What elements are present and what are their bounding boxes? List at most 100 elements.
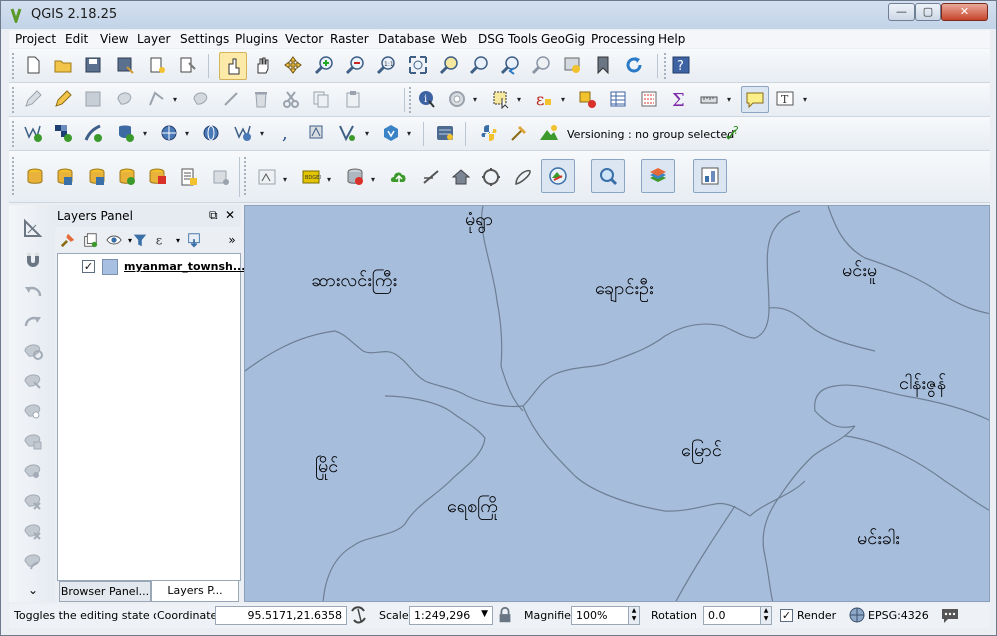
- deselect-features-icon[interactable]: [575, 87, 599, 111]
- new-print-composer-icon[interactable]: [145, 53, 169, 77]
- menu-plugins[interactable]: Plugins: [235, 32, 278, 46]
- open-project-icon[interactable]: [51, 53, 75, 77]
- float-panel-icon[interactable]: ⧉: [209, 208, 218, 223]
- new-project-icon[interactable]: [21, 53, 45, 77]
- undo-icon[interactable]: [21, 280, 45, 302]
- more-tools-button[interactable]: »: [223, 231, 241, 249]
- db-manager-icon[interactable]: [433, 121, 457, 145]
- toolbar-grip[interactable]: [664, 53, 667, 79]
- bdgex-icon[interactable]: BDGEX: [297, 163, 325, 191]
- help-icon[interactable]: ?: [669, 53, 693, 77]
- menu-vector[interactable]: Vector: [285, 32, 323, 46]
- save-as-icon[interactable]: [113, 53, 137, 77]
- layer-visibility-checkbox[interactable]: ✓: [82, 260, 95, 273]
- add-wms-layer-icon[interactable]: [157, 121, 181, 145]
- touch-zoom-pan-icon[interactable]: [219, 52, 247, 80]
- dropdown-arrow[interactable]: ▾: [173, 95, 181, 105]
- render-checkbox[interactable]: ✓: [780, 609, 793, 622]
- toolbar-grip[interactable]: [12, 53, 15, 79]
- toolbar-grip[interactable]: [12, 87, 15, 113]
- add-ring-icon[interactable]: [21, 400, 45, 422]
- coordinate-field[interactable]: 95.5171,21.6358: [215, 606, 347, 625]
- dropdown-arrow[interactable]: ▾: [473, 95, 481, 105]
- zoom-native-resolution-icon[interactable]: 1:1: [374, 53, 398, 77]
- db-layer-add-icon[interactable]: [23, 165, 47, 189]
- qgis-cloud-icon[interactable]: [253, 163, 281, 191]
- add-feature-icon[interactable]: [113, 87, 137, 111]
- pan-to-selection-icon[interactable]: [281, 53, 305, 77]
- toggle-editing-icon[interactable]: [51, 87, 75, 111]
- zoom-in-icon[interactable]: [312, 53, 336, 77]
- close-button[interactable]: ✕: [941, 3, 988, 21]
- db-layer-export-icon[interactable]: [85, 165, 109, 189]
- zoom-full-icon[interactable]: [406, 53, 430, 77]
- menu-view[interactable]: View: [100, 32, 128, 46]
- menu-database[interactable]: Database: [378, 32, 435, 46]
- dropdown-arrow[interactable]: ▾: [407, 129, 415, 139]
- circle-tool-icon[interactable]: [477, 163, 505, 191]
- magnifier-field[interactable]: 100%: [571, 606, 629, 625]
- home-icon[interactable]: [447, 163, 475, 191]
- db-layer-list-icon[interactable]: [177, 165, 201, 189]
- refresh-icon[interactable]: [622, 53, 646, 77]
- dropdown-arrow[interactable]: ▾: [327, 175, 335, 185]
- dropdown-arrow[interactable]: ▾: [561, 95, 569, 105]
- layer-symbol-swatch[interactable]: [102, 259, 118, 275]
- messages-icon[interactable]: [939, 604, 961, 626]
- dropdown-arrow[interactable]: ▾: [260, 129, 268, 139]
- db-layer-remove-icon[interactable]: [209, 165, 233, 189]
- crs-label[interactable]: EPSG:4326: [868, 609, 929, 622]
- line-tool-icon[interactable]: [417, 163, 445, 191]
- current-edits-icon[interactable]: [21, 87, 45, 111]
- add-wcs-layer-icon[interactable]: [199, 121, 223, 145]
- fill-ring-icon[interactable]: [21, 460, 45, 482]
- layer-name[interactable]: myanmar_townsh...: [124, 260, 245, 273]
- versioning-icon[interactable]: [537, 121, 561, 145]
- tab-layers-panel[interactable]: Layers P...: [151, 581, 239, 602]
- menu-project[interactable]: Project: [15, 32, 56, 46]
- simplify-feature-icon[interactable]: [21, 370, 45, 392]
- paste-features-icon[interactable]: [341, 87, 365, 111]
- identify-features-icon[interactable]: i: [415, 87, 439, 111]
- layer-stack-icon[interactable]: [641, 159, 675, 193]
- close-panel-icon[interactable]: ✕: [225, 208, 235, 222]
- save-layer-edits-icon[interactable]: [81, 87, 105, 111]
- delete-ring-icon[interactable]: [21, 490, 45, 512]
- add-vector-layer-icon[interactable]: [21, 121, 45, 145]
- cut-features-icon[interactable]: [279, 87, 303, 111]
- delete-selected-icon[interactable]: [249, 87, 273, 111]
- cad-tools-icon[interactable]: [21, 217, 45, 239]
- filter-legend-icon[interactable]: [131, 231, 149, 249]
- freehand-tool-icon[interactable]: [509, 163, 537, 191]
- add-group-icon[interactable]: [81, 231, 99, 249]
- dropdown-arrow[interactable]: ▾: [283, 175, 291, 185]
- dropdown-arrow[interactable]: ▾: [371, 175, 379, 185]
- dropdown-arrow[interactable]: ▾: [517, 95, 525, 105]
- pan-map-icon[interactable]: [251, 53, 275, 77]
- add-delimited-text-icon[interactable]: ,: [275, 121, 299, 145]
- dropdown-arrow[interactable]: ▾: [727, 95, 735, 105]
- menu-geogig[interactable]: GeoGig: [541, 32, 585, 46]
- save-project-icon[interactable]: [81, 53, 105, 77]
- rotation-field[interactable]: 0.0: [703, 606, 761, 625]
- vtile-icon[interactable]: [379, 121, 403, 145]
- raster-calculator-icon[interactable]: [693, 159, 727, 193]
- add-wfs-layer-icon[interactable]: [231, 121, 255, 145]
- node-tool-icon[interactable]: [219, 87, 243, 111]
- menu-processing[interactable]: Processing: [591, 32, 655, 46]
- zoom-out-icon[interactable]: [343, 53, 367, 77]
- toggle-extents-icon[interactable]: [349, 604, 369, 626]
- menu-help[interactable]: Help: [658, 32, 685, 46]
- tab-browser-panel[interactable]: Browser Panel...: [59, 581, 151, 602]
- menu-dsg-tools[interactable]: DSG Tools: [478, 32, 538, 46]
- menu-web[interactable]: Web: [441, 32, 467, 46]
- more-tools-chevron-icon[interactable]: ⌄: [21, 583, 45, 597]
- magnifier-spinner[interactable]: ▲ ▼: [628, 606, 640, 625]
- show-statistical-summary-icon[interactable]: Σ: [667, 87, 691, 111]
- add-oracle-layer-icon[interactable]: [305, 121, 329, 145]
- text-annotation-icon[interactable]: T: [773, 87, 797, 111]
- zoom-to-selection-icon[interactable]: [437, 53, 461, 77]
- dropdown-arrow[interactable]: ▾: [185, 129, 193, 139]
- db-delete-icon[interactable]: [341, 163, 369, 191]
- scale-combobox[interactable]: 1:249,296 ▼: [409, 606, 493, 625]
